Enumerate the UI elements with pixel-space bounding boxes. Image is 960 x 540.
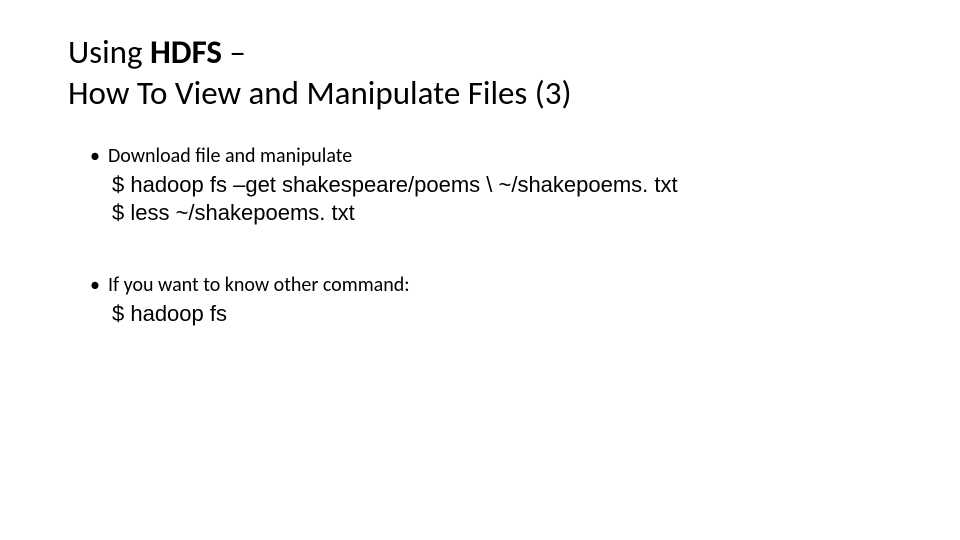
bullet-item-1: • Download file and manipulate: [90, 143, 892, 169]
command-line-3: $ hadoop fs: [112, 300, 892, 329]
bullet-marker: •: [90, 272, 100, 298]
bullet-text-1: Download file and manipulate: [108, 143, 352, 169]
command-line-1: $ hadoop fs –get shakespeare/poems \ ~/s…: [112, 171, 892, 200]
bullet-marker: •: [90, 143, 100, 169]
title-line2: How To View and Manipulate Files (3): [68, 73, 572, 113]
bullet-text-2: If you want to know other command:: [108, 272, 410, 298]
command-line-2: $ less ~/shakepoems. txt: [112, 199, 892, 228]
title-line1-prefix: Using: [68, 32, 150, 72]
title-line1-suffix: –: [222, 32, 246, 72]
bullet-item-2: • If you want to know other command:: [90, 272, 892, 298]
slide-title: Using HDFS – How To View and Manipulate …: [68, 32, 892, 115]
title-line1-bold: HDFS: [150, 32, 222, 72]
